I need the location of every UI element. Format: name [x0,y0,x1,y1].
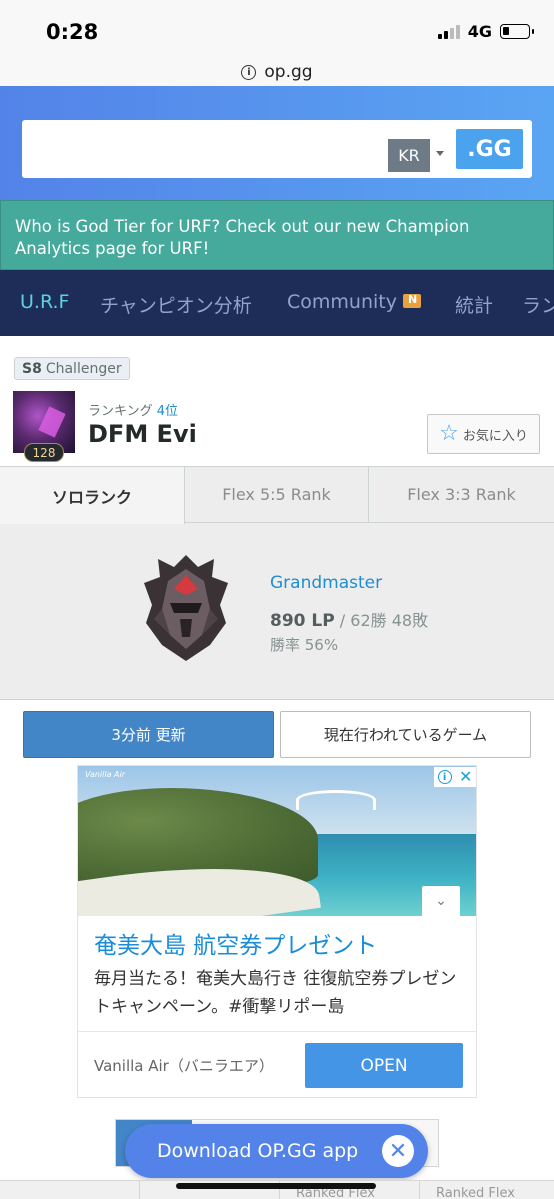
season-label: S8 [22,360,42,377]
nav-item-champion-analysis[interactable]: チャンピオン分析 [100,291,252,318]
close-icon[interactable]: ✕ [382,1135,414,1167]
favorite-button[interactable]: ☆ お気に入り [427,414,540,454]
status-bar: 0:28 4G [0,0,554,58]
status-indicators: 4G [437,22,534,41]
url-text: op.gg [264,62,313,82]
avatar-gem-shape [38,406,66,438]
signal-icon [437,24,460,39]
network-label: 4G [467,22,492,41]
ad-info-icon[interactable]: i [437,770,452,784]
strip-tab-ranked-flex-2[interactable]: Ranked Flex [419,1181,554,1199]
tab-flex-3v3[interactable]: Flex 3:3 Rank [369,467,554,523]
level-badge: 128 [24,443,64,462]
nav-item-community[interactable]: Community [287,291,421,313]
status-time: 0:28 [46,20,99,44]
ad-description: 毎月当たる！奄美大島行き 往復航空券プレゼントキャンペーン。#衝撃リポー島 [94,969,457,1017]
battery-icon [500,24,534,39]
download-app-banner[interactable]: Download OP.GG app ✕ [125,1124,428,1178]
new-badge-icon [402,293,421,308]
tab-flex-5v5[interactable]: Flex 5:5 Rank [185,467,369,523]
tier-name: Grandmaster [270,573,383,593]
ranking-label: ランキング [88,404,153,419]
search-submit-button[interactable]: .GG [456,129,523,169]
site-header: KR .GG [0,86,554,200]
ranking-info: ランキング 4位 [88,400,178,419]
notice-text: Who is God Tier for URF? Check out our n… [15,217,470,258]
win-loss-record: / 62勝 48敗 [339,611,429,630]
summoner-search-input[interactable]: KR .GG [22,120,532,178]
ad-divider [78,1031,476,1032]
info-icon: i [241,64,257,80]
home-indicator[interactable] [176,1183,376,1189]
tab-solo-rank[interactable]: ソロランク [0,467,185,524]
league-points: 890 LP [270,611,335,631]
win-rate: 勝率 56% [270,636,339,654]
lp-record: 890 LP / 62勝 48敗 [270,607,428,631]
chevron-down-icon[interactable] [436,151,444,156]
region-select[interactable]: KR [388,139,430,172]
live-game-button[interactable]: 現在行われているゲーム [280,711,531,758]
ad-title[interactable]: 奄美大島 航空券プレゼント [94,926,377,960]
nav-community-label: Community [287,291,397,313]
ranking-value[interactable]: 4位 [157,404,178,419]
download-app-label: Download OP.GG app [157,1140,359,1162]
chevron-down-icon[interactable]: ⌄ [422,886,460,916]
nav-item-statistics[interactable]: 統計 [455,291,493,318]
favorite-label: お気に入り [462,428,528,444]
main-nav: U.R.F チャンピオン分析 Community 統計 ランキ [0,270,554,336]
nav-item-ranking[interactable]: ランキ [522,291,554,318]
nav-item-urf[interactable]: U.R.F [20,291,69,313]
ad-brand-watermark: Vanilla Air [85,770,126,779]
rank-section: ソロランク Flex 5:5 Rank Flex 3:3 Rank Grandm… [0,466,554,700]
grandmaster-emblem-icon [144,555,228,661]
ad-advertiser: Vanilla Air（バニラエア） [94,1057,274,1075]
season-badge: S8 Challenger [14,357,130,380]
summoner-name: DFM Evi [88,420,197,448]
star-icon: ☆ [439,421,459,446]
paraglider-shape [296,790,376,810]
season-tier: Challenger [45,360,122,377]
ad-image[interactable]: Vanilla Air ⌄ [78,766,476,916]
url-bar[interactable]: i op.gg [0,58,554,86]
urf-notice-banner[interactable]: Who is God Tier for URF? Check out our n… [0,200,554,270]
ad-open-button[interactable]: OPEN [305,1043,463,1088]
ad-choices: i ✕ [434,767,476,787]
update-button[interactable]: 3分前 更新 [23,711,274,758]
ad-close-icon[interactable]: ✕ [459,769,472,785]
advertisement[interactable]: Vanilla Air ⌄ i ✕ 奄美大島 航空券プレゼント 毎月当たる！奄美… [77,765,477,1098]
